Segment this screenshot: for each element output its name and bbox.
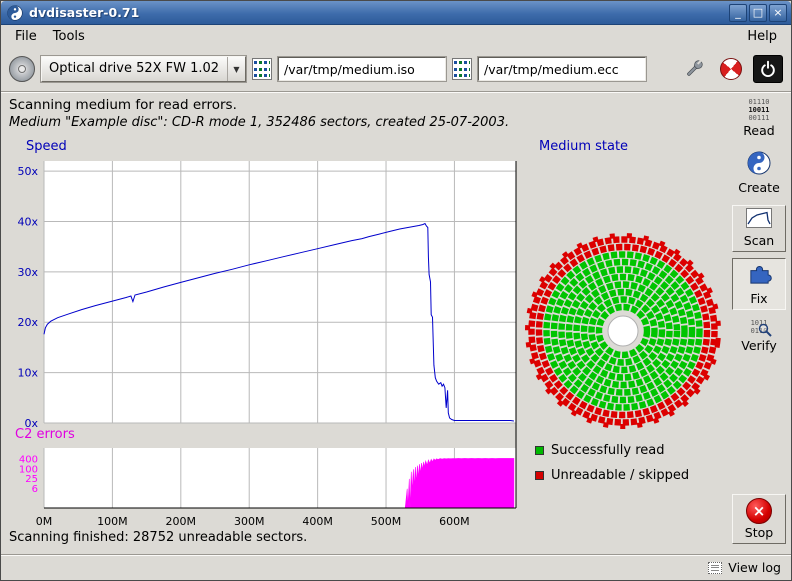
medium-state-disc: [523, 231, 723, 431]
close-button[interactable]: ×: [769, 4, 787, 22]
create-label: Create: [733, 180, 785, 195]
verify-label: Verify: [733, 338, 785, 353]
ecc-path-input[interactable]: [478, 57, 646, 81]
iso-file-icon: [252, 58, 272, 80]
svg-text:500M: 500M: [371, 515, 402, 528]
legend-successfully-read: Successfully read: [535, 443, 664, 458]
view-log-button[interactable]: View log: [708, 560, 781, 575]
dvdisaster-logo-icon: [720, 58, 742, 80]
stop-label: Stop: [733, 525, 785, 540]
svg-text:400M: 400M: [302, 515, 333, 528]
stop-button[interactable]: × Stop: [732, 494, 786, 544]
scan-label: Scan: [733, 233, 785, 248]
chevron-down-icon[interactable]: ▼: [227, 57, 245, 81]
magnifier-icon: [758, 323, 773, 338]
app-window: dvdisaster-0.71 _ □ × File Tools Help Op…: [0, 0, 792, 581]
medium-state-label: Medium state: [539, 139, 628, 154]
verify-button[interactable]: 1011 0110 Verify: [732, 316, 786, 357]
view-log-label: View log: [728, 560, 781, 575]
wrench-icon: [682, 57, 706, 81]
main-content: 0x10x20x30x40x50x0M100M200M300M400M500M6…: [1, 137, 791, 554]
titlebar[interactable]: dvdisaster-0.71 _ □ ×: [1, 1, 791, 25]
status-header: Scanning medium for read errors. Medium …: [1, 93, 791, 137]
drive-selector-value: Optical drive 52X FW 1.02: [42, 57, 227, 81]
log-icon: [708, 562, 722, 574]
toolbar: Optical drive 52X FW 1.02 ▼: [1, 47, 791, 91]
read-label: Read: [733, 123, 785, 138]
yin-yang-icon: [747, 151, 771, 175]
menubar: File Tools Help: [1, 25, 791, 47]
svg-text:6: 6: [32, 484, 38, 495]
scan-result-text: Scanning finished: 28752 unreadable sect…: [9, 530, 307, 545]
power-icon: [758, 59, 778, 79]
action-sidebar: 01110 10011 00111 Read Create Scan: [730, 95, 788, 552]
read-button[interactable]: 01110 10011 00111 Read: [732, 95, 786, 142]
svg-text:10x: 10x: [17, 367, 38, 380]
svg-text:20x: 20x: [17, 316, 38, 329]
statusbar: View log: [1, 554, 791, 580]
legend-unreadable: Unreadable / skipped: [535, 468, 689, 483]
c2-errors-label: C2 errors: [15, 427, 75, 442]
menu-help[interactable]: Help: [739, 27, 785, 46]
cd-drive-icon: [9, 56, 35, 82]
status-line-2: Medium "Example disc": CD-R mode 1, 3524…: [9, 115, 791, 130]
preferences-button[interactable]: [679, 55, 709, 83]
svg-text:0M: 0M: [36, 515, 53, 528]
quit-button[interactable]: [753, 55, 783, 83]
read-binary-icon: 01110 10011 00111: [733, 98, 785, 122]
red-swatch-icon: [535, 471, 544, 480]
svg-text:40x: 40x: [17, 215, 38, 228]
minimize-button[interactable]: _: [729, 4, 747, 22]
scan-button[interactable]: Scan: [732, 205, 786, 252]
svg-text:600M: 600M: [439, 515, 470, 528]
ecc-file-icon: [452, 58, 472, 80]
menu-file[interactable]: File: [7, 27, 45, 46]
status-line-1: Scanning medium for read errors.: [9, 97, 791, 113]
green-swatch-icon: [535, 446, 544, 455]
speed-chart-label: Speed: [26, 139, 67, 154]
maximize-button[interactable]: □: [749, 4, 767, 22]
fix-button[interactable]: Fix: [732, 258, 786, 310]
about-button[interactable]: [716, 55, 746, 83]
scan-chart-icon: [746, 208, 772, 228]
drive-selector[interactable]: Optical drive 52X FW 1.02 ▼: [41, 56, 246, 82]
iso-path-input[interactable]: [278, 57, 446, 81]
fix-label: Fix: [733, 291, 785, 306]
create-button[interactable]: Create: [732, 148, 786, 199]
svg-text:300M: 300M: [234, 515, 265, 528]
svg-text:50x: 50x: [17, 165, 38, 178]
svg-text:100M: 100M: [97, 515, 128, 528]
puzzle-icon: [747, 261, 772, 286]
svg-text:200M: 200M: [166, 515, 197, 528]
svg-text:30x: 30x: [17, 266, 38, 279]
stop-icon: ×: [746, 498, 772, 524]
app-yin-yang-icon: [7, 5, 23, 21]
window-title: dvdisaster-0.71: [29, 5, 729, 20]
menu-tools[interactable]: Tools: [45, 27, 93, 46]
